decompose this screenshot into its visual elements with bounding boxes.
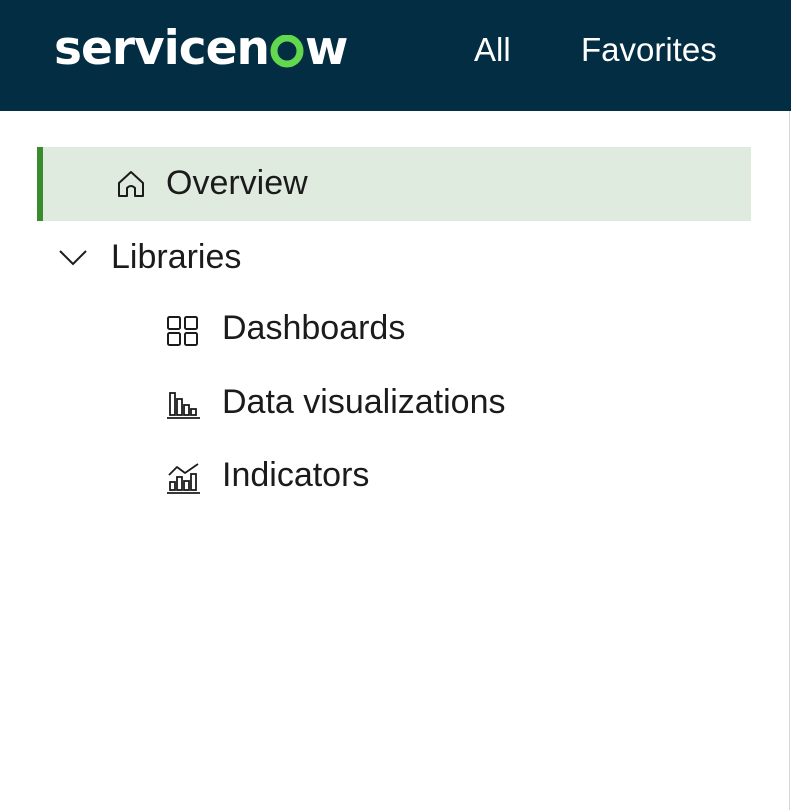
logo-o-mark xyxy=(270,35,304,69)
sidebar-item-label: Overview xyxy=(166,164,308,202)
sidebar-item-label: Data visualizations xyxy=(222,383,506,421)
logo-text-right: w xyxy=(304,20,348,76)
sidebar-right-border xyxy=(789,111,790,810)
bar-chart-icon xyxy=(166,389,202,421)
logo-text-left: servicen xyxy=(54,20,270,76)
chevron-down-icon xyxy=(58,247,88,267)
sidebar-item-label: Indicators xyxy=(222,456,370,494)
sidebar-group-label: Libraries xyxy=(111,238,242,276)
sidebar-item-overview[interactable]: Overview xyxy=(37,147,751,221)
trend-chart-icon xyxy=(166,462,202,496)
home-icon xyxy=(116,169,146,199)
sidebar-item-label: Dashboards xyxy=(222,309,406,347)
top-navigation-bar: servicen w All Favorites xyxy=(0,0,791,111)
servicenow-logo[interactable]: servicen w xyxy=(54,18,348,78)
nav-favorites-link[interactable]: Favorites xyxy=(581,28,717,72)
grid-icon xyxy=(166,315,200,347)
nav-all-link[interactable]: All xyxy=(474,28,511,72)
